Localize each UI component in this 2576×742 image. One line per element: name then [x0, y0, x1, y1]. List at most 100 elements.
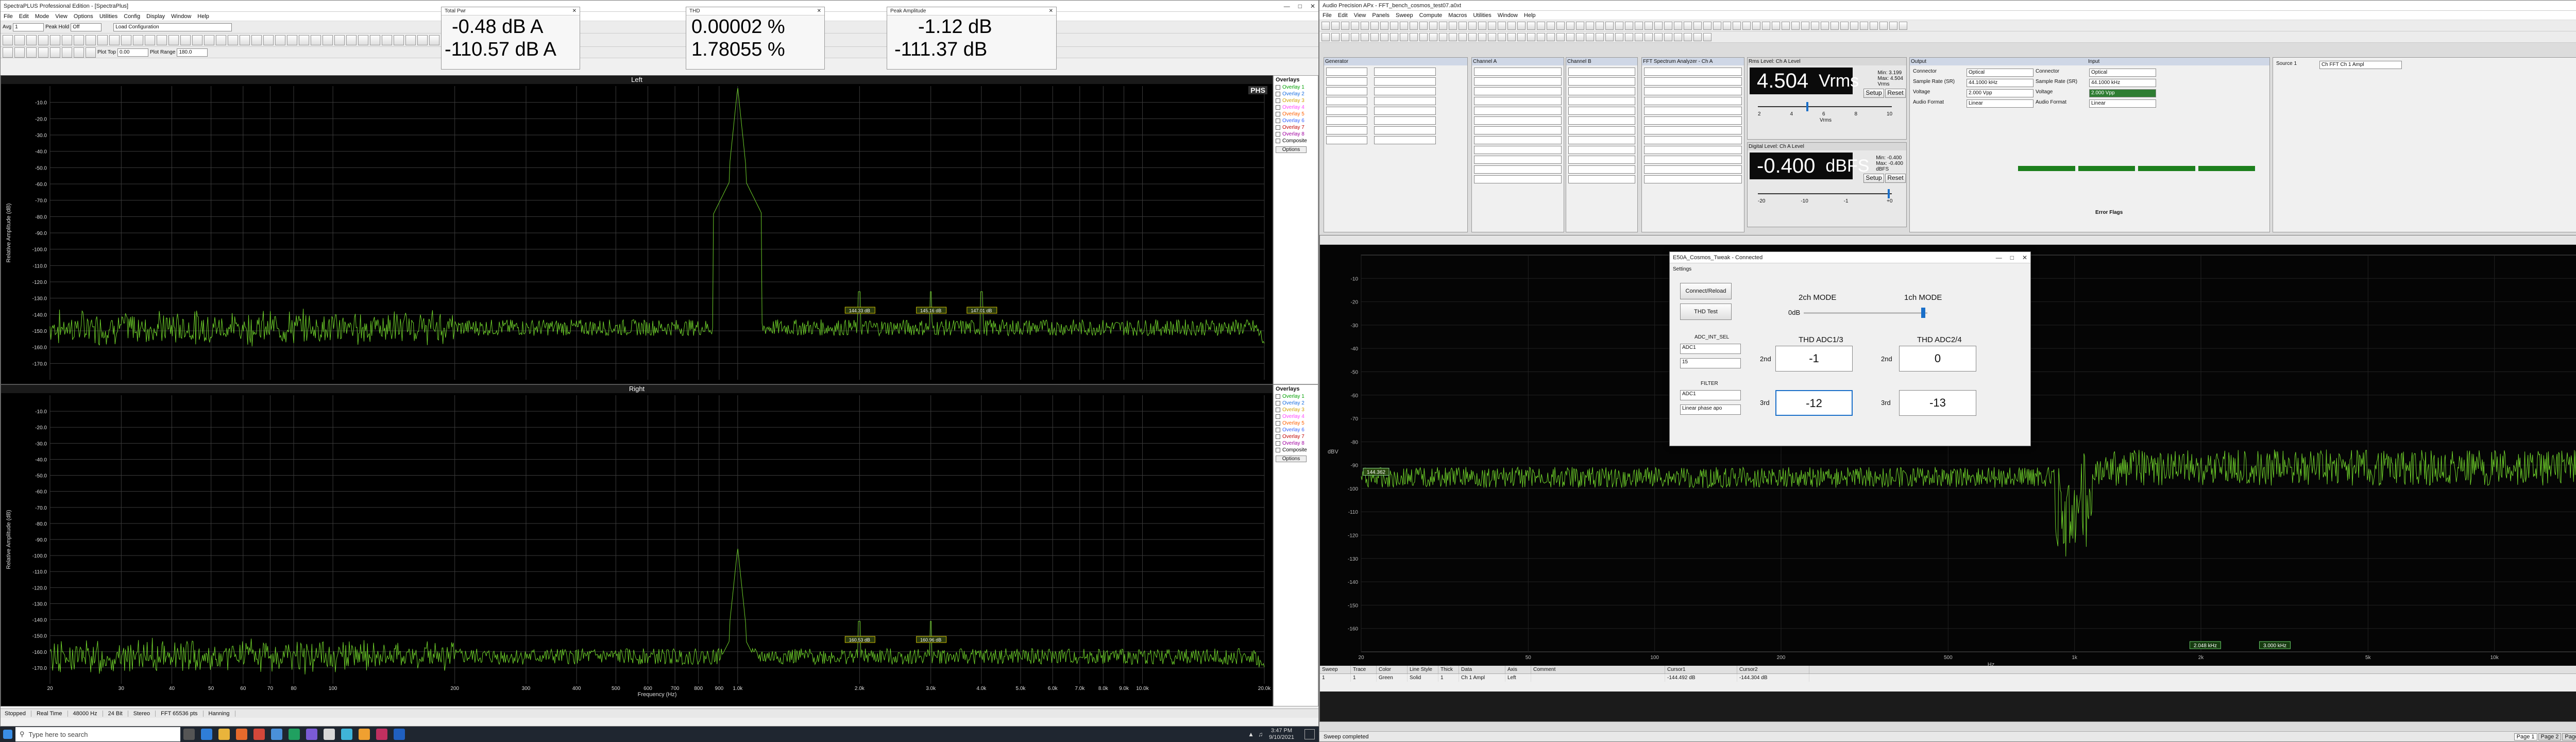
toolbar-icon[interactable] — [1762, 21, 1770, 30]
menu-sweep[interactable]: Sweep — [1396, 12, 1413, 19]
fft-field[interactable] — [1644, 156, 1742, 164]
toolbar-icon[interactable] — [1507, 21, 1516, 30]
toolbar-icon[interactable] — [1654, 21, 1663, 30]
toolbar-icon[interactable] — [1478, 32, 1486, 41]
windows-start-icon[interactable] — [3, 730, 12, 739]
volume-icon[interactable]: ♫ — [1258, 731, 1263, 738]
generator-field[interactable] — [1374, 68, 1436, 76]
toolbar-icon[interactable] — [1321, 32, 1330, 41]
fft-field[interactable] — [1644, 68, 1742, 76]
toolbar-icon[interactable] — [62, 35, 72, 45]
generator-field[interactable] — [1326, 97, 1367, 105]
maximize-icon[interactable]: □ — [1298, 3, 1302, 10]
chrome-icon[interactable] — [253, 729, 265, 740]
toolbar-icon[interactable] — [74, 35, 84, 45]
toolbar-icon[interactable] — [299, 35, 309, 45]
analyzer-field[interactable] — [1568, 107, 1635, 115]
toolbar-icon[interactable] — [121, 35, 131, 45]
input-sample-rate[interactable]: 44.1000 kHz — [2089, 79, 2156, 87]
taskbar-search[interactable]: ⚲ Type here to search — [15, 727, 180, 741]
right-channel-plot[interactable]: Right -10.0 -20.0 -30.0 -40.0 -50.0 -60.0 -70.… — [1, 384, 1273, 706]
toolbar-icon[interactable] — [382, 35, 392, 45]
toolbar-icon[interactable] — [370, 35, 380, 45]
toolbar-icon[interactable] — [1361, 32, 1369, 41]
page-tab[interactable]: Page 2 — [2538, 733, 2562, 740]
analyzer-field[interactable] — [1474, 156, 1562, 164]
checkbox[interactable] — [1276, 434, 1280, 439]
table-cell[interactable]: Left — [1505, 674, 1531, 682]
menu-mode[interactable]: Mode — [35, 13, 49, 20]
graph-marker[interactable]: 2.048 kHz — [2189, 641, 2221, 649]
analyzer-field[interactable] — [1474, 126, 1562, 134]
analyzer-field[interactable] — [1474, 175, 1562, 183]
toolbar-icon[interactable] — [1615, 32, 1623, 41]
analyzer-field[interactable] — [1568, 97, 1635, 105]
legend-item[interactable]: Overlay 8 — [1274, 440, 1318, 447]
analyzer-field[interactable] — [1474, 116, 1562, 125]
checkbox[interactable] — [1276, 448, 1280, 452]
close-icon[interactable]: ✕ — [1310, 3, 1315, 10]
legend-item[interactable]: Overlay 5 — [1274, 111, 1318, 117]
analyzer-field[interactable] — [1474, 146, 1562, 154]
toolbar-icon[interactable] — [1370, 21, 1379, 30]
app-icon[interactable] — [306, 729, 317, 740]
toolbar-icon[interactable] — [1674, 32, 1682, 41]
peak-hold-select[interactable]: Off — [71, 23, 102, 31]
toolbar-icon[interactable] — [405, 35, 416, 45]
menu-help[interactable]: Help — [197, 13, 209, 20]
menu-edit[interactable]: Edit — [1338, 12, 1348, 19]
toolbar-icon[interactable] — [1625, 32, 1633, 41]
network-icon[interactable]: ▲ — [1248, 731, 1254, 738]
toolbar-icon[interactable] — [1361, 21, 1369, 30]
menu-edit[interactable]: Edit — [19, 13, 29, 20]
toolbar-icon[interactable] — [1801, 21, 1809, 30]
checkbox[interactable] — [1276, 85, 1280, 90]
menu-window[interactable]: Window — [1498, 12, 1518, 19]
toolbar-icon[interactable] — [1860, 21, 1868, 30]
analyzer-field[interactable] — [1568, 175, 1635, 183]
toolbar-icon[interactable] — [1370, 32, 1379, 41]
toolbar-icon[interactable] — [62, 47, 72, 58]
marker-label[interactable]: 145.16 dB — [916, 307, 947, 314]
toolbar-icon[interactable] — [192, 35, 202, 45]
menu-view[interactable]: View — [1354, 12, 1366, 19]
toolbar-icon[interactable] — [204, 35, 214, 45]
toolbar-icon[interactable] — [1596, 32, 1604, 41]
checkbox[interactable] — [1276, 105, 1280, 110]
toolbar-icon[interactable] — [1693, 21, 1702, 30]
toolbar-icon[interactable] — [1586, 32, 1594, 41]
toolbar-icon[interactable] — [1468, 32, 1477, 41]
toolbar-icon[interactable] — [1429, 32, 1437, 41]
legend-item[interactable]: Overlay 4 — [1274, 413, 1318, 420]
table-cell[interactable]: 1 — [1438, 674, 1459, 682]
table-cell[interactable]: 1 — [1320, 674, 1351, 682]
checkbox[interactable] — [1276, 112, 1280, 116]
toolbar-icon[interactable] — [1791, 21, 1800, 30]
toolbar-icon[interactable] — [323, 35, 333, 45]
toolbar-icon[interactable] — [1831, 21, 1839, 30]
toolbar-icon[interactable] — [1351, 21, 1359, 30]
audio-format-select[interactable]: Linear — [1967, 99, 2033, 108]
toolbar-icon[interactable] — [1351, 32, 1359, 41]
generator-field[interactable] — [1374, 87, 1436, 95]
toolbar-icon[interactable] — [1488, 32, 1496, 41]
toolbar-icon[interactable] — [1341, 21, 1349, 30]
plot-range-field[interactable]: 180.0 — [177, 48, 208, 57]
menu-file[interactable]: File — [4, 13, 13, 20]
maximize-icon[interactable]: □ — [2010, 254, 2014, 261]
toolbar-icon[interactable] — [1380, 21, 1388, 30]
toolbar-icon[interactable] — [1478, 21, 1486, 30]
toolbar-icon[interactable] — [1870, 21, 1878, 30]
toolbar-icon[interactable] — [1752, 21, 1760, 30]
toolbar-icon[interactable] — [287, 35, 297, 45]
legend-item[interactable]: Composite — [1274, 447, 1318, 453]
menu-help[interactable]: Help — [1524, 12, 1536, 19]
mode-slider-thumb[interactable] — [1921, 308, 1925, 318]
toolbar-icon[interactable] — [1889, 21, 1897, 30]
toolbar-icon[interactable] — [263, 35, 274, 45]
toolbar-icon[interactable] — [1654, 32, 1663, 41]
toolbar-icon[interactable] — [1488, 21, 1496, 30]
toolbar-icon[interactable] — [1566, 21, 1574, 30]
generator-field[interactable] — [1374, 107, 1436, 115]
toolbar-icon[interactable] — [1645, 21, 1653, 30]
